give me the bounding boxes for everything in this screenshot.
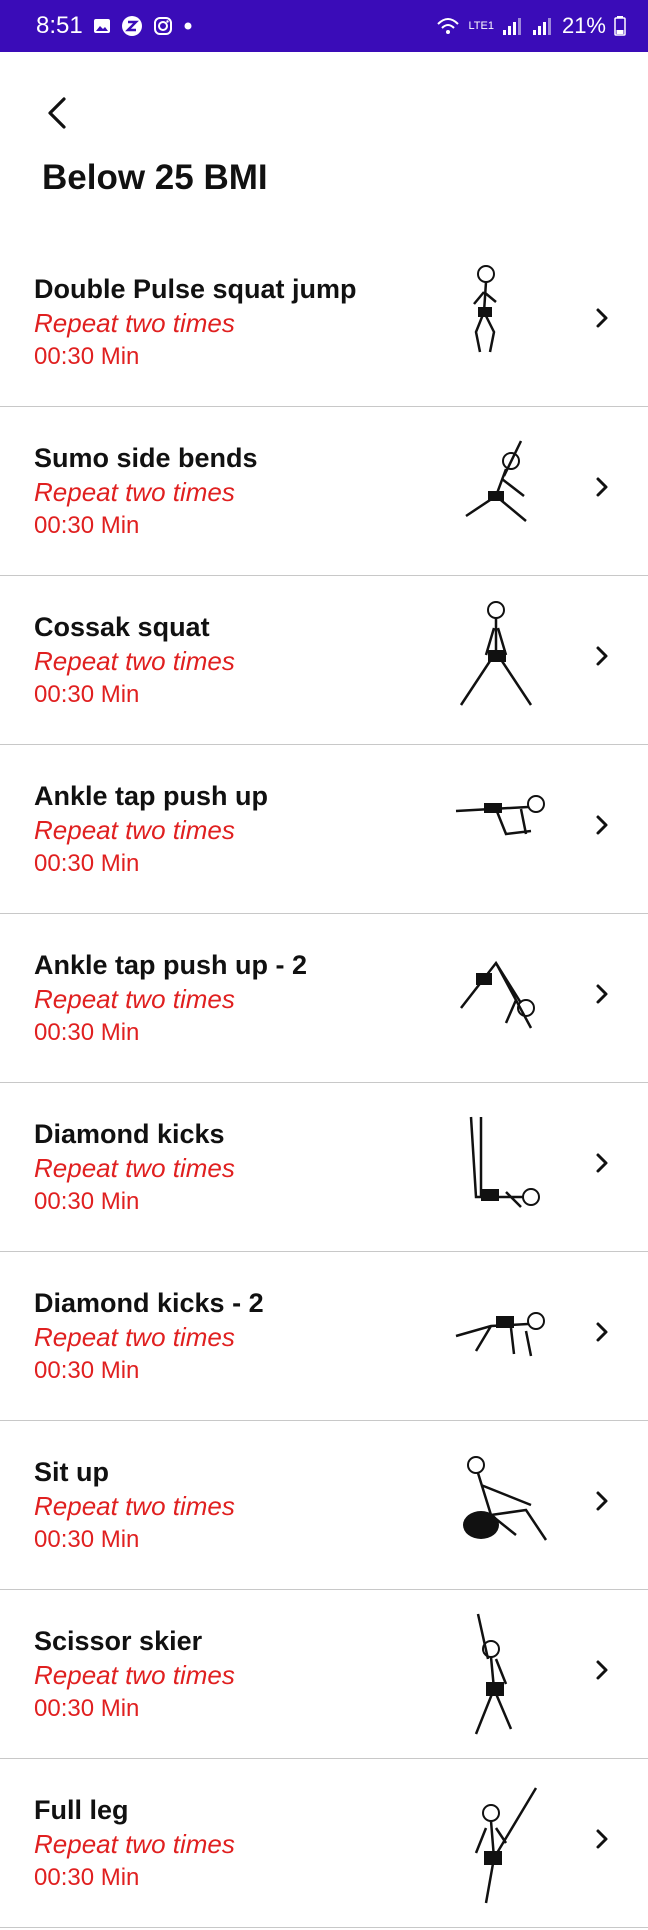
exercise-name: Cossak squat <box>34 612 210 642</box>
exercise-name: Ankle tap push up <box>34 781 269 811</box>
battery-icon <box>614 16 626 36</box>
notification-dot-icon <box>183 21 193 31</box>
exercise-duration: 00:30 Min <box>34 343 140 370</box>
exercise-text: Full leg Repeat two times 00:30 Min <box>34 1793 235 1895</box>
status-left: 8:51 <box>36 12 193 40</box>
exercise-name: Sumo side bends <box>34 443 258 473</box>
exercise-row[interactable]: Ankle tap push up - 2 Repeat two times 0… <box>0 914 648 1083</box>
exercise-name: Diamond kicks - 2 <box>34 1288 264 1318</box>
exercise-illustration <box>426 928 566 1068</box>
wifi-call-icon <box>436 16 460 36</box>
z-app-icon <box>121 15 143 37</box>
exercise-illustration <box>426 252 566 392</box>
chevron-right-icon[interactable] <box>584 638 620 674</box>
exercise-list: Double Pulse squat jump Repeat two times… <box>0 238 648 1928</box>
chevron-right-icon[interactable] <box>584 1314 620 1350</box>
exercise-row[interactable]: Cossak squat Repeat two times 00:30 Min <box>0 576 648 745</box>
exercise-duration: 00:30 Min <box>34 1526 140 1553</box>
header: Below 25 BMI <box>0 52 648 238</box>
exercise-name: Full leg <box>34 1795 129 1825</box>
exercise-duration: 00:30 Min <box>34 512 140 539</box>
exercise-duration: 00:30 Min <box>34 1864 140 1891</box>
exercise-illustration <box>426 1097 566 1237</box>
chevron-right-icon[interactable] <box>584 1483 620 1519</box>
status-bar: 8:51 LTE1 21% <box>0 0 648 52</box>
exercise-illustration <box>426 1773 566 1913</box>
exercise-name: Ankle tap push up - 2 <box>34 950 308 980</box>
exercise-name: Sit up <box>34 1457 109 1487</box>
exercise-repeat: Repeat two times <box>34 1153 235 1183</box>
exercise-illustration <box>426 759 566 899</box>
exercise-repeat: Repeat two times <box>34 815 235 845</box>
exercise-name: Diamond kicks <box>34 1119 225 1149</box>
status-time: 8:51 <box>36 12 83 39</box>
exercise-repeat: Repeat two times <box>34 1322 235 1352</box>
page-title: Below 25 BMI <box>42 158 268 197</box>
exercise-row[interactable]: Ankle tap push up Repeat two times 00:30… <box>0 745 648 914</box>
gallery-icon <box>93 18 111 34</box>
chevron-right-icon[interactable] <box>584 469 620 505</box>
exercise-row[interactable]: Scissor skier Repeat two times 00:30 Min <box>0 1590 648 1759</box>
exercise-illustration <box>426 1266 566 1406</box>
exercise-repeat: Repeat two times <box>34 646 235 676</box>
exercise-duration: 00:30 Min <box>34 1357 140 1384</box>
exercise-illustration <box>426 1604 566 1744</box>
exercise-row[interactable]: Diamond kicks - 2 Repeat two times 00:30… <box>0 1252 648 1421</box>
exercise-duration: 00:30 Min <box>34 1019 140 1046</box>
lte-label: LTE1 <box>468 19 494 32</box>
exercise-illustration <box>426 421 566 561</box>
exercise-text: Scissor skier Repeat two times 00:30 Min <box>34 1624 235 1726</box>
exercise-row[interactable]: Double Pulse squat jump Repeat two times… <box>0 238 648 407</box>
exercise-repeat: Repeat two times <box>34 477 235 507</box>
chevron-right-icon[interactable] <box>584 1145 620 1181</box>
exercise-row[interactable]: Sumo side bends Repeat two times 00:30 M… <box>0 407 648 576</box>
chevron-right-icon[interactable] <box>584 300 620 336</box>
back-button[interactable] <box>34 90 80 136</box>
exercise-text: Cossak squat Repeat two times 00:30 Min <box>34 610 235 712</box>
exercise-repeat: Repeat two times <box>34 1829 235 1859</box>
exercise-repeat: Repeat two times <box>34 308 235 338</box>
exercise-text: Ankle tap push up - 2 Repeat two times 0… <box>34 948 307 1050</box>
exercise-illustration <box>426 1435 566 1575</box>
chevron-left-icon <box>48 97 66 129</box>
exercise-text: Double Pulse squat jump Repeat two times… <box>34 272 357 374</box>
exercise-text: Sumo side bends Repeat two times 00:30 M… <box>34 441 258 543</box>
chevron-right-icon[interactable] <box>584 807 620 843</box>
exercise-text: Ankle tap push up Repeat two times 00:30… <box>34 779 268 881</box>
exercise-illustration <box>426 590 566 730</box>
exercise-text: Diamond kicks - 2 Repeat two times 00:30… <box>34 1286 264 1388</box>
chevron-right-icon[interactable] <box>584 1652 620 1688</box>
exercise-row[interactable]: Diamond kicks Repeat two times 00:30 Min <box>0 1083 648 1252</box>
exercise-repeat: Repeat two times <box>34 1660 235 1690</box>
exercise-duration: 00:30 Min <box>34 681 140 708</box>
exercise-repeat: Repeat two times <box>34 984 235 1014</box>
exercise-duration: 00:30 Min <box>34 1695 140 1722</box>
exercise-duration: 00:30 Min <box>34 1188 140 1215</box>
battery-percent: 21% <box>561 13 606 38</box>
exercise-row[interactable]: Full leg Repeat two times 00:30 Min <box>0 1759 648 1928</box>
signal-2-icon <box>532 16 554 36</box>
exercise-text: Diamond kicks Repeat two times 00:30 Min <box>34 1117 235 1219</box>
exercise-repeat: Repeat two times <box>34 1491 235 1521</box>
exercise-text: Sit up Repeat two times 00:30 Min <box>34 1455 235 1557</box>
exercise-duration: 00:30 Min <box>34 850 140 877</box>
exercise-row[interactable]: Sit up Repeat two times 00:30 Min <box>0 1421 648 1590</box>
chevron-right-icon[interactable] <box>584 1821 620 1857</box>
exercise-name: Double Pulse squat jump <box>34 274 357 304</box>
instagram-icon <box>153 16 173 36</box>
status-right: LTE1 21% <box>436 13 626 39</box>
signal-1-icon <box>502 16 524 36</box>
exercise-name: Scissor skier <box>34 1626 203 1656</box>
chevron-right-icon[interactable] <box>584 976 620 1012</box>
